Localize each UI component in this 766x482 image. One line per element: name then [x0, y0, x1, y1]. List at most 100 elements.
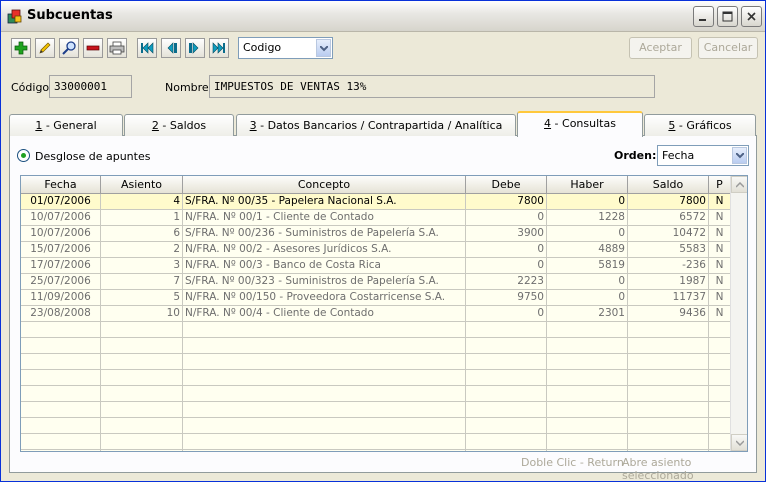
cell-saldo: -236	[628, 258, 709, 274]
table-row[interactable]: 25/07/2006 7 S/FRA. Nº 00/323 - Suministro…	[21, 274, 731, 290]
print-icon	[109, 41, 125, 55]
empty-table-row[interactable]	[21, 434, 731, 450]
close-icon	[747, 12, 756, 21]
desglose-radio[interactable]	[17, 149, 30, 162]
nombre-field[interactable]: IMPUESTOS DE VENTAS 13%	[209, 75, 655, 98]
cell-haber	[547, 354, 628, 370]
empty-table-row[interactable]	[21, 418, 731, 434]
empty-table-row[interactable]	[21, 370, 731, 386]
nombre-label: Nombre	[165, 81, 209, 94]
cell-fecha	[21, 418, 101, 434]
cell-haber: 5819	[547, 258, 628, 274]
maximize-button[interactable]	[717, 6, 738, 27]
table-row[interactable]: 11/09/2006 5 N/FRA. Nº 00/150 - Proveedora…	[21, 290, 731, 306]
title-bar[interactable]: Subcuentas	[1, 1, 765, 32]
table-row[interactable]: 10/07/2006 6 S/FRA. Nº 00/236 - Suministro…	[21, 226, 731, 242]
accept-button[interactable]: Aceptar	[629, 37, 692, 59]
codigo-field[interactable]: 33000001	[49, 75, 132, 98]
add-button[interactable]	[11, 38, 31, 58]
minimize-icon	[699, 19, 706, 21]
minimize-button[interactable]	[693, 6, 714, 27]
column-header-p[interactable]: P	[709, 176, 731, 194]
cell-fecha	[21, 370, 101, 386]
cell-asiento	[101, 354, 183, 370]
first-record-button[interactable]	[137, 38, 157, 58]
vertical-scrollbar[interactable]	[730, 176, 747, 451]
order-select-arrow[interactable]	[316, 39, 331, 57]
scroll-down-button[interactable]	[731, 434, 747, 451]
column-header-asiento[interactable]: Asiento	[101, 176, 183, 194]
cell-concepto	[183, 354, 466, 370]
order-select-value: Codigo	[243, 41, 282, 54]
column-header-fecha[interactable]: Fecha	[21, 176, 101, 194]
chevron-down-icon	[320, 46, 328, 52]
delete-button[interactable]	[83, 38, 103, 58]
tab-consultas[interactable]: 4 - Consultas	[517, 111, 643, 137]
empty-table-row[interactable]	[21, 354, 731, 370]
chevron-up-icon	[736, 182, 744, 188]
status-hint-action: Abre asiento seleccionado	[622, 456, 694, 482]
order-select[interactable]: Codigo	[238, 37, 333, 59]
tab-saldos[interactable]: 2 - Saldos	[124, 114, 234, 136]
tab-datos-bancarios[interactable]: 3 - Datos Bancarios / Contrapartida / An…	[236, 114, 516, 136]
cell-debe: 0	[466, 306, 547, 322]
cell-concepto: N/FRA. Nº 00/3 - Banco de Costa Rica	[183, 258, 466, 274]
cell-asiento: 4	[101, 194, 183, 210]
cell-debe	[466, 434, 547, 450]
cell-debe	[466, 402, 547, 418]
tab-general[interactable]: 1 - General	[9, 114, 123, 136]
cell-fecha	[21, 386, 101, 402]
previous-record-button[interactable]	[161, 38, 181, 58]
cell-p	[709, 322, 731, 338]
empty-table-row[interactable]	[21, 450, 731, 451]
cell-concepto	[183, 370, 466, 386]
cell-debe: 7800	[466, 194, 547, 210]
apuntes-grid[interactable]: Fecha Asiento Concepto Debe Haber Saldo P 01/0…	[20, 175, 748, 452]
empty-table-row[interactable]	[21, 322, 731, 338]
cell-asiento: 1	[101, 210, 183, 226]
print-button[interactable]	[107, 38, 127, 58]
window-title: Subcuentas	[27, 8, 113, 23]
cell-concepto: N/FRA. Nº 00/4 - Cliente de Contado	[183, 306, 466, 322]
orden-select-value: Fecha	[662, 149, 695, 162]
cell-saldo	[628, 354, 709, 370]
table-row[interactable]: 01/07/2006 4 S/FRA. Nº 00/35 - Papelera Na…	[21, 194, 731, 210]
cancel-button[interactable]: Cancelar	[698, 37, 758, 59]
tab-graficos[interactable]: 5 - Gráficos	[644, 114, 756, 136]
table-row[interactable]: 17/07/2006 3 N/FRA. Nº 00/3 - Banco de Cos…	[21, 258, 731, 274]
cell-haber: 4889	[547, 242, 628, 258]
cell-p	[709, 418, 731, 434]
last-record-button[interactable]	[209, 38, 229, 58]
column-header-concepto[interactable]: Concepto	[183, 176, 466, 194]
cell-asiento	[101, 418, 183, 434]
close-button[interactable]	[741, 6, 762, 27]
add-icon	[14, 41, 28, 55]
empty-table-row[interactable]	[21, 402, 731, 418]
cell-asiento: 10	[101, 306, 183, 322]
column-header-debe[interactable]: Debe	[466, 176, 547, 194]
column-header-saldo[interactable]: Saldo	[628, 176, 709, 194]
table-row[interactable]: 23/08/2008 10 N/FRA. Nº 00/4 - Cliente de …	[21, 306, 731, 322]
table-row[interactable]: 15/07/2006 2 N/FRA. Nº 00/2 - Asesores Jur…	[21, 242, 731, 258]
search-button[interactable]	[59, 38, 79, 58]
cell-saldo	[628, 322, 709, 338]
orden-select[interactable]: Fecha	[657, 145, 749, 166]
table-row[interactable]: 10/07/2006 1 N/FRA. Nº 00/1 - Cliente de C…	[21, 210, 731, 226]
orden-select-arrow[interactable]	[732, 147, 747, 164]
desglose-label: Desglose de apuntes	[35, 150, 151, 163]
cell-haber	[547, 370, 628, 386]
next-record-button[interactable]	[185, 38, 205, 58]
cell-p: N	[709, 306, 731, 322]
empty-table-row[interactable]	[21, 386, 731, 402]
column-header-haber[interactable]: Haber	[547, 176, 628, 194]
cell-fecha: 15/07/2006	[21, 242, 101, 258]
scroll-up-button[interactable]	[731, 176, 747, 193]
empty-table-row[interactable]	[21, 338, 731, 354]
cell-concepto: S/FRA. Nº 00/236 - Suministros de Papele…	[183, 226, 466, 242]
cell-haber: 0	[547, 194, 628, 210]
previous-record-icon	[167, 42, 177, 54]
cell-fecha	[21, 402, 101, 418]
grid-header: Fecha Asiento Concepto Debe Haber Saldo P	[21, 176, 731, 194]
cell-saldo	[628, 386, 709, 402]
edit-button[interactable]	[35, 38, 55, 58]
